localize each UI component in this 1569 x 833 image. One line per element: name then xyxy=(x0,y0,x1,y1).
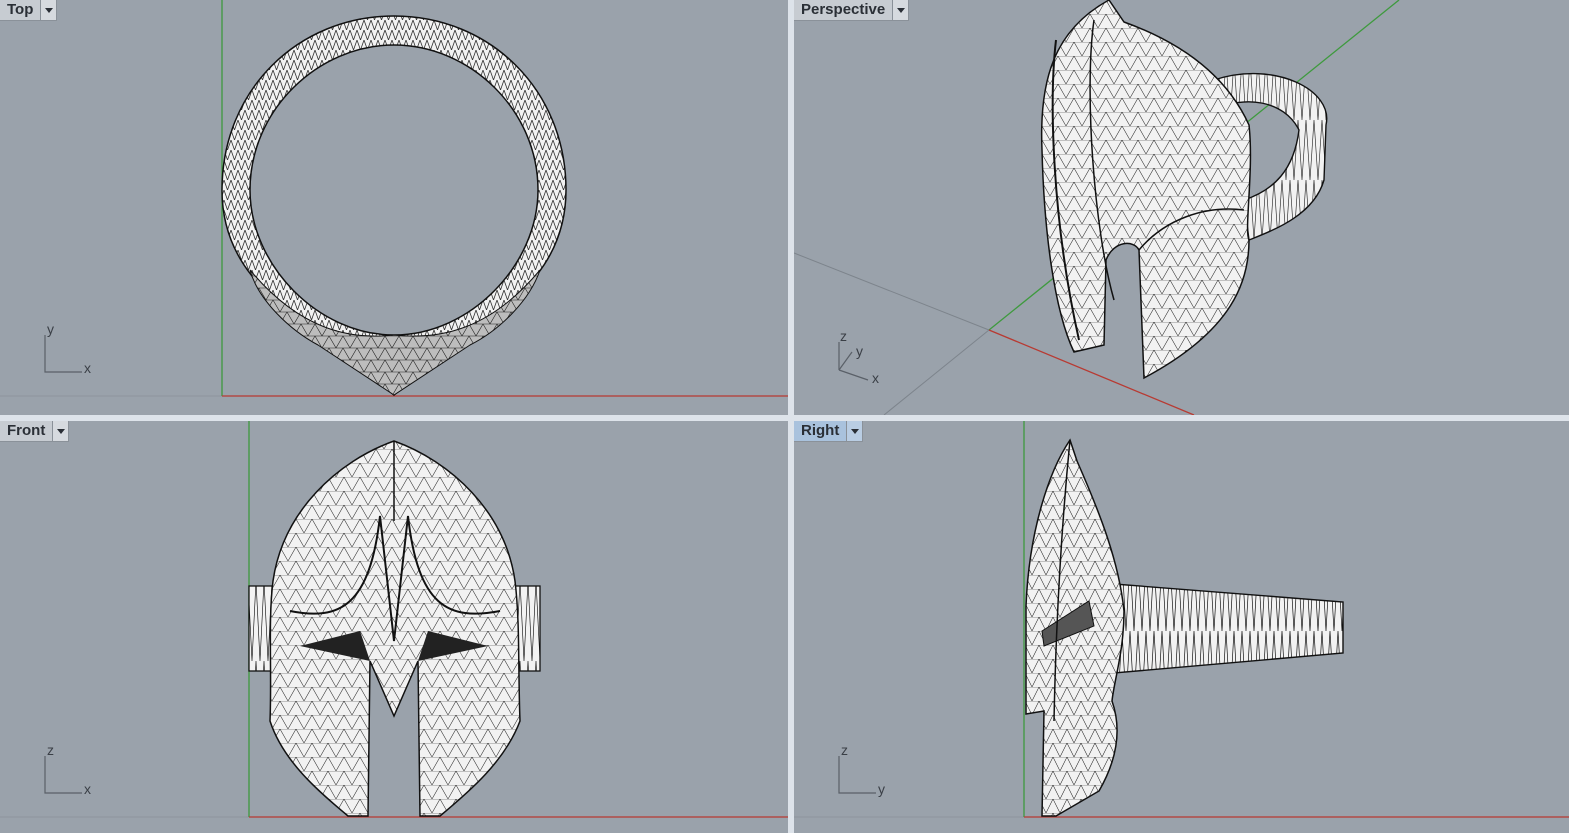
viewport-front[interactable]: z x Front xyxy=(0,421,788,833)
grid-line xyxy=(794,252,990,331)
viewport-tab-front[interactable]: Front xyxy=(0,421,70,442)
axis-indicator-perspective: z y x xyxy=(838,328,879,386)
viewport-title-perspective[interactable]: Perspective xyxy=(794,0,892,20)
helmet-mesh-front xyxy=(248,440,541,817)
svg-text:y: y xyxy=(856,343,863,359)
viewport-right[interactable]: z y Right xyxy=(794,421,1569,833)
helmet-mesh-right xyxy=(1025,438,1344,817)
grid-line xyxy=(883,329,990,415)
right-scene: z y xyxy=(794,421,1569,818)
svg-text:z: z xyxy=(47,742,54,758)
axis-indicator-top: y x xyxy=(44,321,91,376)
svg-text:x: x xyxy=(872,370,879,386)
helmet-mesh-perspective xyxy=(1040,0,1328,380)
viewport-title-right[interactable]: Right xyxy=(794,421,846,441)
svg-text:y: y xyxy=(47,321,54,337)
ring-mesh-top xyxy=(221,15,567,396)
viewport-perspective[interactable]: z y x Perspective xyxy=(794,0,1569,415)
viewport-top[interactable]: y x Top xyxy=(0,0,788,415)
chevron-down-icon[interactable] xyxy=(846,421,863,441)
chevron-down-icon[interactable] xyxy=(52,421,69,441)
front-scene: z x xyxy=(0,421,788,818)
viewport-title-front[interactable]: Front xyxy=(0,421,52,441)
svg-text:x: x xyxy=(84,781,91,797)
viewport-tab-right[interactable]: Right xyxy=(794,421,864,442)
svg-text:z: z xyxy=(841,742,848,758)
viewport-title-top[interactable]: Top xyxy=(0,0,40,20)
chevron-down-icon[interactable] xyxy=(892,0,909,20)
axis-indicator-right: z y xyxy=(838,742,885,797)
viewport-tab-perspective[interactable]: Perspective xyxy=(794,0,910,21)
svg-text:z: z xyxy=(840,328,847,344)
svg-text:x: x xyxy=(84,360,91,376)
chevron-down-icon[interactable] xyxy=(40,0,57,20)
axis-indicator-front: z x xyxy=(44,742,91,797)
top-scene: y x xyxy=(0,0,788,397)
viewport-tab-top[interactable]: Top xyxy=(0,0,58,21)
perspective-scene: z y x xyxy=(794,0,1400,415)
svg-text:y: y xyxy=(878,781,885,797)
